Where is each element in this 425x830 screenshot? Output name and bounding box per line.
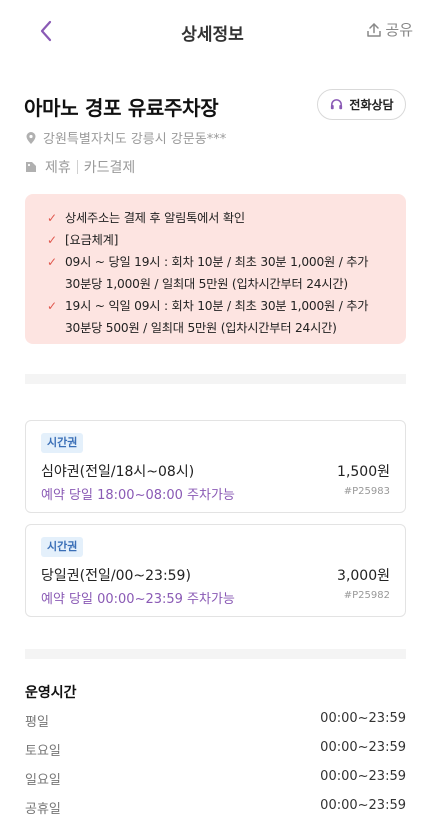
tag-card-payment: 카드결제	[83, 160, 136, 176]
section-divider	[25, 374, 406, 384]
ticket-card[interactable]: 시간권 당일권(전일/00~23:59) 3,000원 예약 당일 00:00~…	[25, 524, 406, 617]
ticket-card[interactable]: 시간권 심야권(전일/18시~08시) 1,500원 예약 당일 18:00~0…	[25, 420, 406, 513]
share-upload-icon	[367, 22, 382, 37]
hours-time: 00:00~23:59	[320, 711, 406, 726]
check-icon: ✓	[47, 211, 57, 225]
ticket-price: 1,500원	[337, 464, 390, 480]
tag-partner: 제휴	[45, 160, 71, 176]
check-icon: ✓	[47, 233, 57, 247]
hours-row: 일요일 00:00~23:59	[25, 769, 406, 788]
check-icon: ✓	[47, 255, 57, 269]
operating-hours-title: 운영시간	[25, 685, 77, 701]
ticket-description: 예약 당일 00:00~23:59 주차가능	[41, 592, 235, 607]
notice-item: ✓ 19시 ~ 익일 09시 : 회차 10분 / 최초 30분 1,000원 …	[47, 295, 386, 339]
notice-text: 상세주소는 결제 후 알림톡에서 확인	[65, 211, 245, 225]
share-label: 공유	[385, 21, 413, 39]
notice-item: ✓ [요금체계]	[47, 229, 386, 251]
call-consult-label: 전화상담	[349, 98, 394, 112]
section-divider	[25, 649, 406, 659]
share-button[interactable]: 공유	[366, 19, 413, 40]
hours-time: 00:00~23:59	[320, 798, 406, 813]
notice-text: [요금체계]	[65, 233, 119, 247]
hours-day: 토요일	[25, 744, 61, 759]
ticket-type-badge: 시간권	[41, 433, 84, 453]
map-pin-icon	[26, 131, 36, 144]
address-text: 강원특별자치도 강릉시 강문동***	[43, 132, 227, 147]
parking-lot-name: 아마노 경포 유료주차장	[24, 96, 219, 120]
notice-box: ✓ 상세주소는 결제 후 알림톡에서 확인 ✓ [요금체계] ✓ 09시 ~ 당…	[25, 194, 406, 344]
hours-day: 일요일	[25, 773, 61, 788]
ticket-price: 3,000원	[337, 568, 390, 584]
address-row: 강원특별자치도 강릉시 강문동***	[25, 128, 226, 147]
ticket-name: 당일권(전일/00~23:59)	[41, 568, 191, 584]
ticket-name: 심야권(전일/18시~08시)	[41, 464, 195, 480]
ticket-code: #P25982	[343, 590, 390, 601]
hours-day: 공휴일	[25, 802, 61, 817]
hours-time: 00:00~23:59	[320, 740, 406, 755]
headset-icon	[331, 99, 343, 110]
ticket-code: #P25983	[343, 486, 390, 497]
tags-row: 제휴 카드결제	[25, 157, 135, 177]
notice-text: 19시 ~ 익일 09시 : 회차 10분 / 최초 30분 1,000원 / …	[65, 299, 369, 335]
check-icon: ✓	[47, 299, 57, 313]
hours-row: 토요일 00:00~23:59	[25, 740, 406, 759]
tag-separator	[76, 160, 78, 174]
call-consult-button[interactable]: 전화상담	[317, 89, 406, 120]
notice-text: 09시 ~ 당일 19시 : 회차 10분 / 최초 30분 1,000원 / …	[65, 255, 369, 291]
ticket-description: 예약 당일 18:00~08:00 주차가능	[41, 488, 235, 503]
hours-row: 평일 00:00~23:59	[25, 711, 406, 730]
top-bar: 상세정보 공유	[0, 0, 425, 62]
ticket-type-badge: 시간권	[41, 537, 84, 557]
notice-item: ✓ 09시 ~ 당일 19시 : 회차 10분 / 최초 30분 1,000원 …	[47, 251, 386, 295]
hours-time: 00:00~23:59	[320, 769, 406, 784]
hours-day: 평일	[25, 715, 49, 730]
hours-row: 공휴일 00:00~23:59	[25, 798, 406, 817]
page-title: 상세정보	[181, 25, 244, 45]
notice-item: ✓ 상세주소는 결제 후 알림톡에서 확인	[47, 207, 386, 229]
tag-icon	[26, 162, 36, 172]
